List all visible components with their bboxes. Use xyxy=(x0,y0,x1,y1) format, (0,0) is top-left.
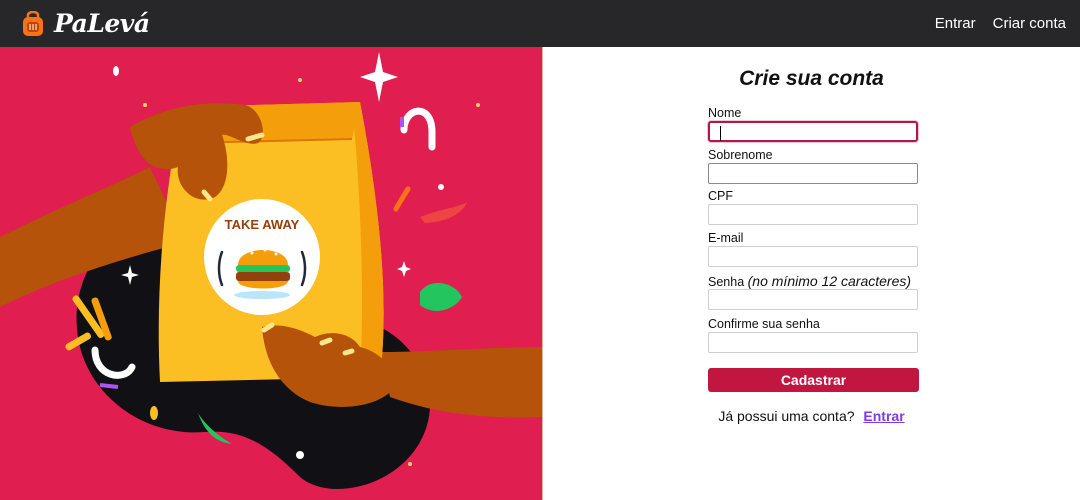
field-sobrenome: Sobrenome xyxy=(708,148,918,184)
text-caret xyxy=(720,126,721,141)
label-senha: Senha (no mínimo 12 caracteres) xyxy=(708,273,968,289)
sparkle-small-icon xyxy=(397,261,411,277)
field-nome: Nome xyxy=(708,106,918,142)
navbar: PaLevá Entrar Criar conta xyxy=(0,0,1080,47)
nome-input[interactable] xyxy=(708,121,918,142)
field-email: E-mail xyxy=(708,231,918,267)
nav-login-link[interactable]: Entrar xyxy=(935,15,976,32)
field-confirm: Confirme sua senha xyxy=(708,317,918,353)
sobrenome-input[interactable] xyxy=(708,163,918,184)
label-sobrenome: Sobrenome xyxy=(708,148,773,162)
cpf-input[interactable] xyxy=(708,204,918,225)
field-cpf: CPF xyxy=(708,189,918,225)
form-title: Crie sua conta xyxy=(739,67,884,90)
label-email: E-mail xyxy=(708,231,744,245)
nav-links: Entrar Criar conta xyxy=(935,15,1066,32)
email-input[interactable] xyxy=(708,246,918,267)
brand-name: PaLevá xyxy=(54,9,150,38)
label-cpf: CPF xyxy=(708,189,733,203)
login-link[interactable]: Entrar xyxy=(863,408,904,424)
takeaway-illustration: TAKE AWAY xyxy=(0,52,542,490)
hero-illustration: TAKE AWAY xyxy=(0,47,543,500)
label-senha-text: Senha xyxy=(708,275,745,289)
label-confirm: Confirme sua senha xyxy=(708,317,820,331)
nav-signup-link[interactable]: Criar conta xyxy=(993,15,1066,32)
have-account-text: Já possui uma conta? xyxy=(718,408,855,424)
sparkle-icon xyxy=(360,52,398,102)
password-input[interactable] xyxy=(708,289,918,310)
field-senha: Senha (no mínimo 12 caracteres) xyxy=(708,274,968,310)
backpack-logo-icon xyxy=(23,10,43,36)
label-nome: Nome xyxy=(708,106,742,120)
confirm-password-input[interactable] xyxy=(708,332,918,353)
login-prompt: Já possui uma conta? Entrar xyxy=(543,408,1080,424)
cadastrar-button[interactable]: Cadastrar xyxy=(708,368,919,392)
password-hint: (no mínimo 12 caracteres) xyxy=(747,273,912,289)
badge-text: TAKE AWAY xyxy=(225,217,300,232)
brand-logo-link[interactable]: PaLevá xyxy=(20,9,150,38)
signup-panel: Crie sua conta Nome Sobrenome CPF E-mail… xyxy=(543,47,1080,500)
